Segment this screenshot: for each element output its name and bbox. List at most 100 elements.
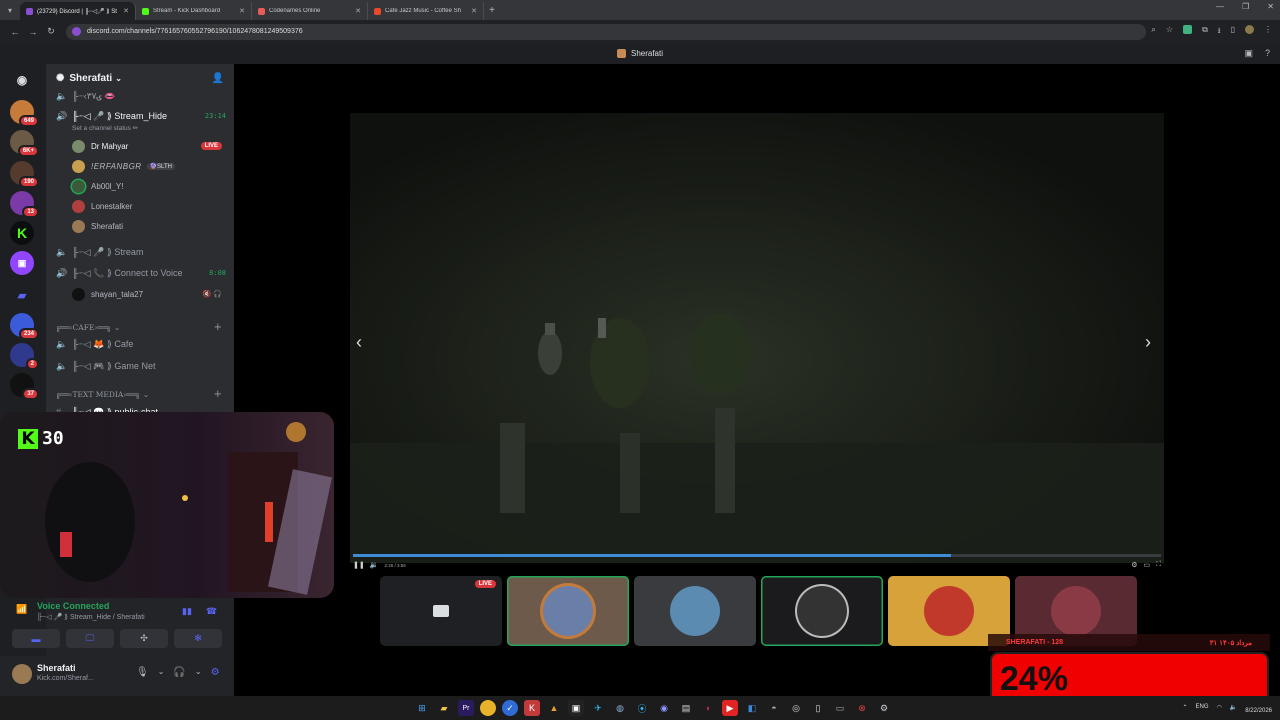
tab-kick[interactable]: Stream - Kick Dashboard ✕ — [136, 2, 252, 20]
voice-channel-stream[interactable]: 🔈 ╟┈◁ 🎤 ⟫ Stream — [56, 245, 226, 259]
zoom-icon[interactable]: ⌕ — [1151, 25, 1155, 39]
category-cafe[interactable]: ╔══‹CAFE›══╗ ⌄ + — [56, 321, 222, 333]
participant-tile[interactable] — [761, 576, 883, 646]
inbox-icon[interactable]: ▣ — [1244, 48, 1253, 59]
app-icon[interactable]: ▲ — [546, 700, 562, 716]
language-indicator[interactable]: ENG — [1196, 704, 1209, 710]
user-settings-icon[interactable]: ⚙ — [211, 667, 220, 678]
address-bar[interactable]: discord.com/channels/776165760552796190/… — [66, 23, 1146, 40]
close-tab-icon[interactable]: ✕ — [471, 7, 477, 15]
tab-discord[interactable]: (23729) Discord | ╟┈◁🎤 ⟫ St ✕ — [20, 2, 136, 20]
voice-connected-label[interactable]: Voice Connected — [37, 601, 109, 611]
noise-suppression-icon[interactable]: ▮▮ — [182, 606, 192, 617]
tab-cafe-jazz[interactable]: Cafe Jazz Music - Coffee Sh ✕ — [368, 2, 484, 20]
app-icon[interactable]: ▤ — [678, 700, 694, 716]
voice-member[interactable]: Ab00l_Y! — [72, 178, 222, 194]
profile-avatar-icon[interactable] — [1245, 25, 1254, 34]
screen-share-tile[interactable]: LIVE — [380, 576, 502, 646]
app-icon[interactable]: ▭ — [832, 700, 848, 716]
participant-tile[interactable] — [634, 576, 756, 646]
app-icon[interactable]: ⦿ — [634, 700, 650, 716]
close-tab-icon[interactable]: ✕ — [123, 7, 129, 15]
help-icon[interactable]: ? — [1265, 48, 1270, 59]
close-tab-icon[interactable]: ✕ — [239, 7, 245, 15]
server-icon[interactable]: 190 — [10, 161, 39, 188]
settings-icon[interactable]: ⚙ — [876, 700, 892, 716]
camera-button[interactable]: ▬ — [12, 629, 60, 648]
add-channel-icon[interactable]: + — [214, 322, 222, 333]
extension-shield-icon[interactable] — [1183, 25, 1193, 34]
pause-icon[interactable]: ❚❚ — [353, 561, 365, 569]
user-status[interactable]: Kick.com/Sheraf... — [37, 675, 94, 682]
user-name[interactable]: Sherafati — [37, 663, 76, 673]
voice-member[interactable]: !ERFANBGR 🔮SLTH — [72, 158, 222, 174]
server-icon[interactable]: 13 — [10, 191, 39, 218]
user-avatar[interactable] — [12, 664, 32, 684]
app-icon[interactable]: K — [524, 700, 540, 716]
guild-header[interactable]: ✺ Sherafati ⌄ 👤 — [46, 64, 234, 92]
server-icon[interactable]: 234 — [10, 313, 39, 340]
windows-start-icon[interactable]: ⊞ — [414, 700, 430, 716]
app-icon[interactable]: ◓ — [766, 700, 782, 716]
wifi-icon[interactable]: ◠ — [1217, 704, 1222, 711]
voice-channel-cafe[interactable]: 🔈 ╟┈◁ 🦊 ⟫ Cafe — [56, 337, 226, 351]
close-window-icon[interactable]: ✕ — [1267, 2, 1274, 11]
sidepanel-icon[interactable]: ▯ — [1231, 25, 1235, 39]
signal-icon[interactable]: 📶 — [16, 604, 27, 615]
forward-icon[interactable]: → — [24, 27, 42, 37]
notepad-icon[interactable]: ▯ — [810, 700, 826, 716]
voice-member[interactable]: Sherafati — [72, 218, 222, 234]
back-icon[interactable]: ← — [6, 27, 24, 37]
app-icon[interactable]: ⊗ — [854, 700, 870, 716]
youtube-icon[interactable]: ▶ — [722, 700, 738, 716]
server-icon[interactable]: 2 — [10, 343, 39, 370]
clock[interactable]: 8/22/2026 — [1245, 699, 1272, 715]
bookmark-star-icon[interactable]: ☆ — [1166, 25, 1173, 39]
tab-search-icon[interactable]: ▾ — [0, 0, 20, 20]
terminal-icon[interactable]: ▣ — [568, 700, 584, 716]
fullscreen-icon[interactable]: ⛶ — [1156, 561, 1161, 569]
reload-icon[interactable]: ↻ — [42, 26, 60, 37]
voice-channel-connect[interactable]: 🔊 ╟┈◁ 📞 ⟫ Connect to Voice 8:08 — [56, 266, 226, 280]
prev-arrow-icon[interactable]: ‹ — [356, 332, 362, 353]
activities-button[interactable]: ✣ — [120, 629, 168, 648]
discord-home-icon[interactable]: ◉ — [10, 68, 34, 92]
chevron-down-icon[interactable]: ⌄ — [158, 667, 165, 678]
voice-channel-game-net[interactable]: 🔈 ╟┈◁ 🎮 ⟫ Game Net — [56, 359, 226, 373]
category-text-media[interactable]: ╔══‹TEXT MEDIA›══╗ ⌄ + — [56, 388, 222, 400]
app-icon[interactable]: ◎ — [788, 700, 804, 716]
close-tab-icon[interactable]: ✕ — [355, 7, 361, 15]
next-arrow-icon[interactable]: › — [1145, 332, 1151, 353]
add-channel-icon[interactable]: + — [214, 389, 222, 400]
screen-share-button[interactable]: 🖵 — [66, 629, 114, 648]
volume-icon[interactable]: 🔉 — [370, 561, 379, 569]
server-icon[interactable]: 37 — [10, 373, 39, 400]
disconnect-icon[interactable]: ☎ — [206, 606, 217, 617]
file-explorer-icon[interactable]: ▰ — [436, 700, 452, 716]
server-icon[interactable]: 6K+ — [10, 130, 39, 157]
video-progress[interactable] — [353, 554, 1161, 557]
minimize-icon[interactable]: — — [1216, 2, 1224, 11]
channel-partial[interactable]: 🔈 ╟┈‹ۍ٣٧ 👄 — [56, 89, 226, 103]
server-icon[interactable]: 649 — [10, 100, 39, 127]
voice-channel-path[interactable]: ╟┈◁ 🎤 ⟫ Stream_Hide / Sherafati — [37, 613, 145, 621]
kick-server-icon[interactable]: K — [10, 221, 34, 245]
chrome-icon[interactable] — [480, 700, 496, 716]
voice-member[interactable]: shayan_tala27 🔇 🎧 — [72, 286, 222, 302]
voice-member[interactable]: Lonestalker — [72, 198, 222, 214]
app-icon[interactable]: ✈ — [590, 700, 606, 716]
chevron-down-icon[interactable]: ⌄ — [195, 667, 202, 678]
stream-video[interactable] — [350, 113, 1164, 563]
voice-member[interactable]: Dr Mahyar LIVE — [72, 138, 222, 154]
download-icon[interactable]: ⭳ — [1218, 25, 1221, 39]
site-info-icon[interactable] — [72, 27, 81, 36]
app-icon[interactable]: ◗ — [700, 700, 716, 716]
participant-tile[interactable] — [507, 576, 629, 646]
extensions-icon[interactable]: ⧉ — [1202, 25, 1208, 39]
volume-tray-icon[interactable]: 🔈 — [1230, 704, 1237, 711]
new-tab-button[interactable]: + — [484, 5, 500, 16]
headphones-icon[interactable]: 🎧 — [173, 667, 185, 678]
vscode-icon[interactable]: ◧ — [744, 700, 760, 716]
microphone-icon[interactable]: 🎙 — [136, 667, 149, 678]
settings-icon[interactable]: ⚙ — [1131, 561, 1137, 569]
